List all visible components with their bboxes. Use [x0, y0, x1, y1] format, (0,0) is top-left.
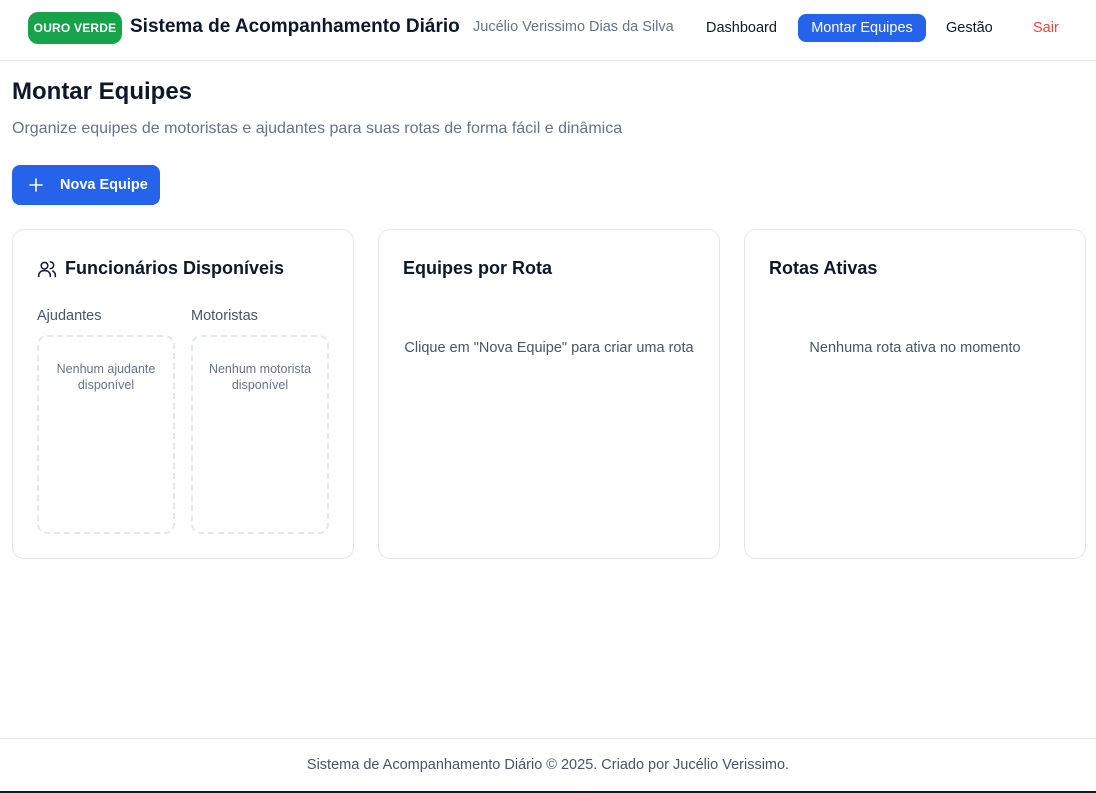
brand-badge[interactable]: OURO VERDE	[28, 12, 122, 44]
teams-empty-text: Clique em "Nova Equipe" para criar uma r…	[404, 340, 694, 356]
logout-link[interactable]: Sair	[1033, 14, 1059, 42]
drivers-drop-zone[interactable]: Nenhum motorista disponível	[191, 335, 329, 534]
available-employees-card: Funcionários Disponíveis Ajudantes Motor…	[12, 229, 354, 559]
drivers-label: Motoristas	[191, 308, 258, 324]
app-title: Sistema de Acompanhamento Diário	[130, 16, 460, 37]
teams-by-route-card: Equipes por Rota Clique em "Nova Equipe"…	[378, 229, 720, 559]
footer-text: Sistema de Acompanhamento Diário © 2025.…	[306, 757, 790, 773]
page-subtitle: Organize equipes de motoristas e ajudant…	[12, 120, 623, 137]
page-title: Montar Equipes	[12, 78, 193, 105]
helpers-label: Ajudantes	[37, 308, 102, 324]
user-name: Jucélio Verissimo Dias da Silva	[473, 19, 674, 35]
nav-gestao-link[interactable]: Gestão	[946, 14, 993, 42]
plus-icon	[28, 177, 44, 193]
top-header: OURO VERDE Sistema de Acompanhamento Diá…	[0, 0, 1096, 61]
new-team-button[interactable]: Nova Equipe	[12, 165, 160, 205]
new-team-button-label: Nova Equipe	[60, 177, 148, 193]
teams-by-route-title: Equipes por Rota	[403, 258, 553, 278]
helpers-drop-zone[interactable]: Nenhum ajudante disponível	[37, 335, 175, 534]
nav-montar-equipes-link[interactable]: Montar Equipes	[798, 14, 926, 42]
page-root: OURO VERDE Sistema de Acompanhamento Diá…	[0, 0, 1096, 793]
active-routes-empty-text: Nenhuma rota ativa no momento	[809, 340, 1021, 356]
card-title: Funcionários Disponíveis	[37, 258, 284, 279]
available-employees-title: Funcionários Disponíveis	[65, 258, 285, 278]
active-routes-card: Rotas Ativas Nenhuma rota ativa no momen…	[744, 229, 1086, 559]
users-icon	[37, 259, 57, 279]
page-footer: Sistema de Acompanhamento Diário © 2025.…	[0, 738, 1096, 793]
nav-dashboard-link[interactable]: Dashboard	[706, 14, 777, 42]
active-routes-title: Rotas Ativas	[769, 258, 878, 278]
helpers-empty-text: Nenhum ajudante disponível	[56, 362, 156, 392]
drivers-empty-text: Nenhum motorista disponível	[208, 362, 312, 392]
